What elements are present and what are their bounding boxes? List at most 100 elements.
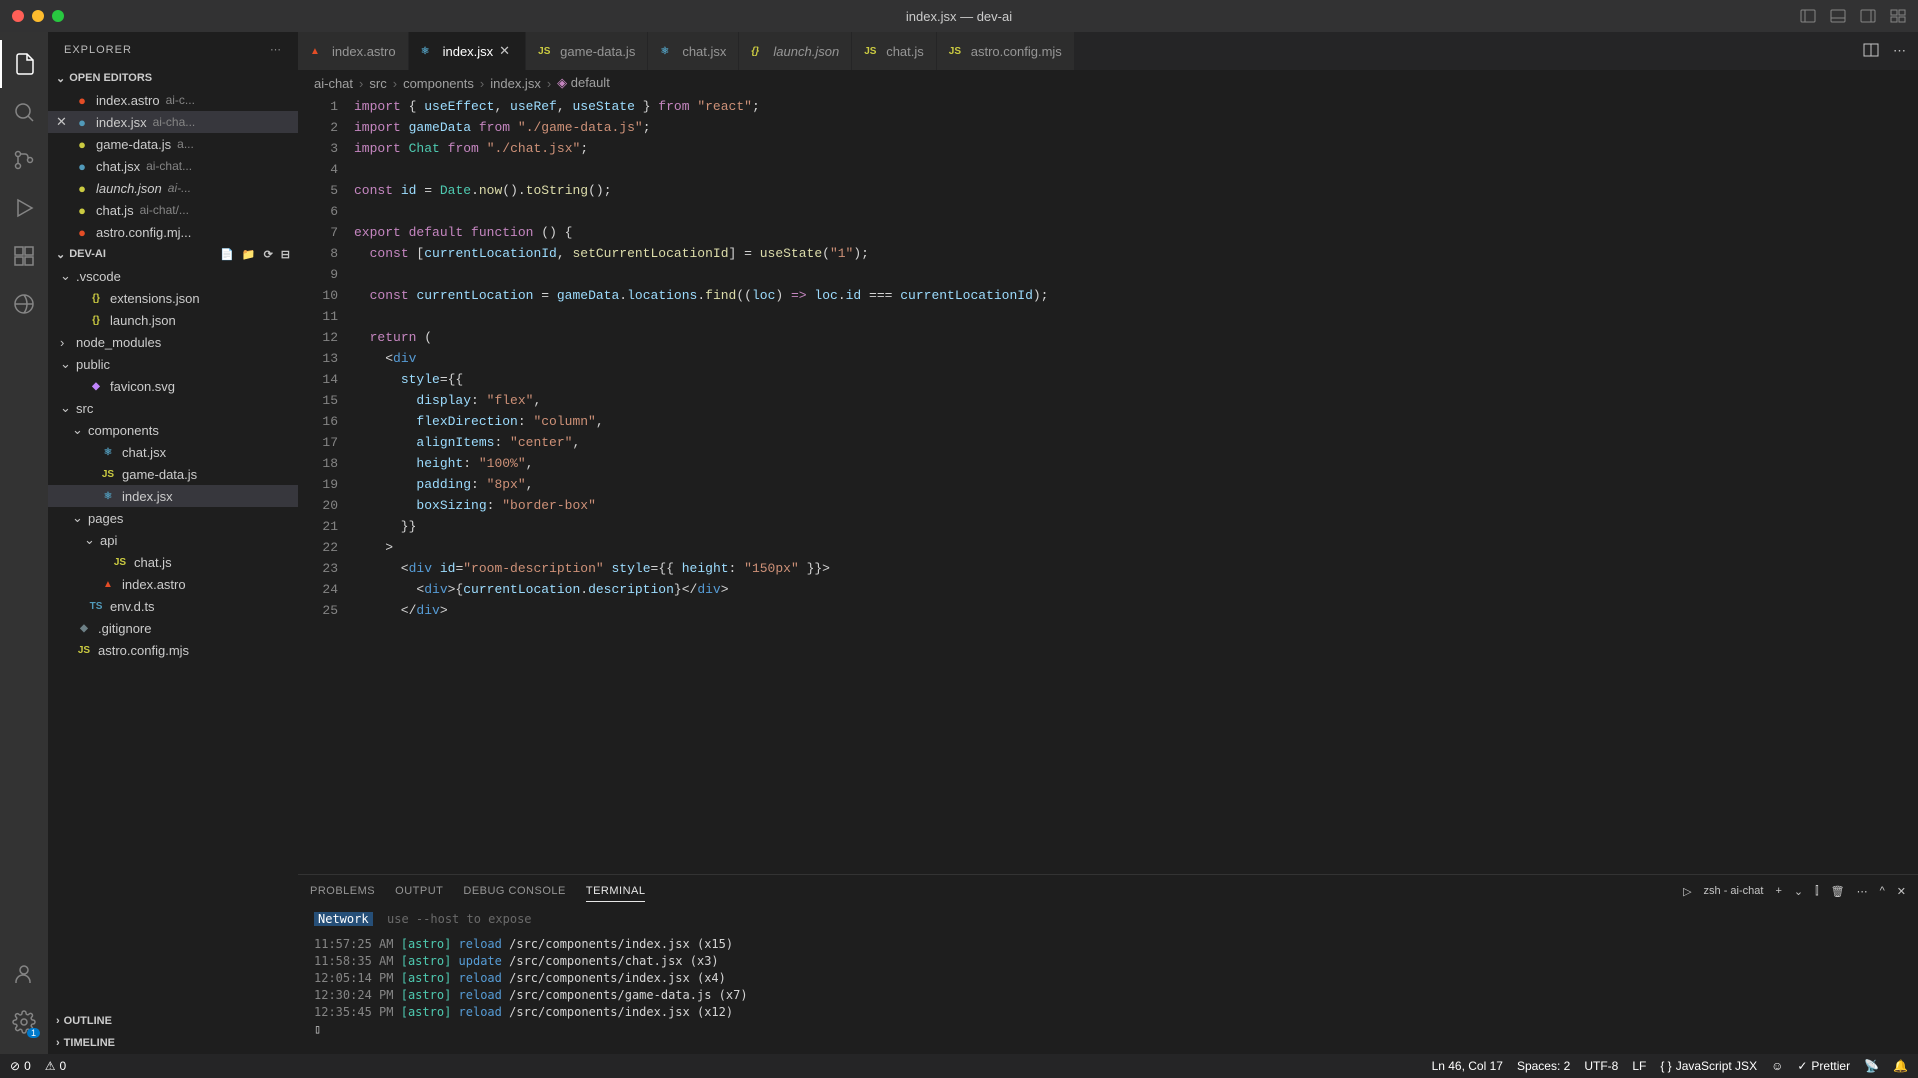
more-actions-icon[interactable]: ⋯ [1893, 43, 1906, 59]
edge-tools-activity[interactable] [0, 280, 48, 328]
file-item[interactable]: {}extensions.json [48, 287, 298, 309]
maximize-panel-icon[interactable]: ^ [1880, 885, 1885, 897]
sidebar-header: EXPLORER ⋯ [48, 32, 298, 67]
file-item[interactable]: JSgame-data.js [48, 463, 298, 485]
toggle-panel-icon[interactable] [1830, 8, 1846, 24]
close-window-button[interactable] [12, 10, 24, 22]
file-item[interactable]: JSastro.config.mjs [48, 639, 298, 661]
timeline-section[interactable]: › TIMELINE [48, 1032, 298, 1054]
minimize-window-button[interactable] [32, 10, 44, 22]
explorer-activity[interactable] [0, 40, 48, 88]
editor-tab[interactable]: JSchat.js [852, 32, 937, 70]
breadcrumb-segment[interactable]: src [369, 76, 386, 91]
split-editor-icon[interactable] [1863, 42, 1879, 61]
folder-item[interactable]: ⌄public [48, 353, 298, 375]
open-editor-item[interactable]: ✕●chat.jsai-chat/... [48, 199, 298, 221]
panel-tab-output[interactable]: OUTPUT [395, 881, 443, 902]
source-control-activity[interactable] [0, 136, 48, 184]
collapse-icon[interactable]: ⊟ [281, 248, 290, 261]
maximize-window-button[interactable] [52, 10, 64, 22]
open-editors-section[interactable]: ⌄ OPEN EDITORS [48, 67, 298, 89]
open-editor-item[interactable]: ✕●launch.jsonai-... [48, 177, 298, 199]
file-item[interactable]: ⚛index.jsx [48, 485, 298, 507]
accounts-activity[interactable] [0, 950, 48, 998]
file-item[interactable]: ▲index.astro [48, 573, 298, 595]
toggle-secondary-sidebar-icon[interactable] [1860, 8, 1876, 24]
chevron-right-icon: › [56, 1037, 60, 1049]
open-editor-item[interactable]: ✕●astro.config.mj... [48, 221, 298, 243]
new-folder-icon[interactable]: 📁 [242, 248, 256, 261]
status-bar: ⊘ 0 ⚠ 0 Ln 46, Col 17 Spaces: 2 UTF-8 LF… [0, 1054, 1918, 1078]
status-lang[interactable]: { } JavaScript JSX [1660, 1059, 1757, 1073]
toggle-primary-sidebar-icon[interactable] [1800, 8, 1816, 24]
code-content[interactable]: import { useEffect, useRef, useState } f… [354, 96, 1918, 874]
breadcrumb-segment[interactable]: index.jsx [490, 76, 541, 91]
status-feedback-icon[interactable]: ☺ [1771, 1059, 1783, 1073]
breadcrumb-segment[interactable]: components [403, 76, 474, 91]
search-activity[interactable] [0, 88, 48, 136]
file-name: launch.json [96, 181, 162, 196]
file-name: index.astro [96, 93, 160, 108]
close-panel-icon[interactable]: ✕ [1897, 885, 1906, 898]
breadcrumb-segment[interactable]: ◈ default [557, 75, 610, 91]
terminal-dropdown-icon[interactable]: ⌄ [1794, 885, 1803, 898]
refresh-icon[interactable]: ⟳ [264, 248, 273, 261]
open-editor-item[interactable]: ✕●index.jsxai-cha... [48, 111, 298, 133]
folder-item[interactable]: ⌄.vscode [48, 265, 298, 287]
close-tab-icon[interactable]: ✕ [499, 43, 513, 59]
editor-tab[interactable]: JSgame-data.js [526, 32, 648, 70]
folder-item[interactable]: ⌄components [48, 419, 298, 441]
file-item[interactable]: ◆.gitignore [48, 617, 298, 639]
close-editor-icon[interactable]: ✕ [56, 114, 72, 130]
status-eol[interactable]: LF [1632, 1059, 1646, 1073]
new-file-icon[interactable]: 📄 [220, 248, 234, 261]
panel-more-icon[interactable]: ⋯ [1857, 885, 1868, 898]
terminal-output[interactable]: Network use --host to expose 11:57:25 AM… [298, 907, 1918, 1054]
status-bell-icon[interactable]: 🔔 [1893, 1059, 1908, 1073]
outline-section[interactable]: › OUTLINE [48, 1010, 298, 1032]
settings-activity[interactable]: 1 [0, 998, 48, 1046]
new-terminal-icon[interactable]: + [1775, 885, 1781, 897]
editor-tab[interactable]: ⚛chat.jsx [648, 32, 739, 70]
editor-tab[interactable]: ▲index.astro [298, 32, 409, 70]
project-section[interactable]: ⌄ DEV-AI 📄 📁 ⟳ ⊟ [48, 243, 298, 265]
breadcrumb[interactable]: ai-chat›src›components›index.jsx›◈ defau… [298, 70, 1918, 96]
kill-terminal-icon[interactable]: 🗑 [1831, 885, 1845, 898]
split-terminal-icon[interactable]: ⫿ [1815, 885, 1819, 898]
terminal-shell-label[interactable]: zsh - ai-chat [1704, 885, 1764, 897]
editor-tab[interactable]: {}launch.json [739, 32, 852, 70]
code-editor[interactable]: 1234567891011121314151617181920212223242… [298, 96, 1918, 874]
file-item[interactable]: ◆favicon.svg [48, 375, 298, 397]
status-errors[interactable]: ⊘ 0 [10, 1059, 31, 1073]
status-prettier[interactable]: ✓ Prettier [1797, 1059, 1850, 1073]
run-debug-activity[interactable] [0, 184, 48, 232]
open-editor-item[interactable]: ✕●index.astroai-c... [48, 89, 298, 111]
status-encoding[interactable]: UTF-8 [1584, 1059, 1618, 1073]
item-name: components [88, 423, 159, 438]
open-editor-item[interactable]: ✕●chat.jsxai-chat... [48, 155, 298, 177]
customize-layout-icon[interactable] [1890, 8, 1906, 24]
panel-tab-terminal[interactable]: TERMINAL [586, 881, 646, 902]
folder-item[interactable]: ⌄pages [48, 507, 298, 529]
panel-tab-debug-console[interactable]: DEBUG CONSOLE [463, 881, 565, 902]
file-item[interactable]: TSenv.d.ts [48, 595, 298, 617]
file-item[interactable]: JSchat.js [48, 551, 298, 573]
status-live-icon[interactable]: 📡 [1864, 1059, 1879, 1073]
sidebar-more-icon[interactable]: ⋯ [270, 43, 282, 56]
status-spaces[interactable]: Spaces: 2 [1517, 1059, 1570, 1073]
status-warnings[interactable]: ⚠ 0 [45, 1059, 66, 1073]
folder-item[interactable]: ›node_modules [48, 331, 298, 353]
status-line-col[interactable]: Ln 46, Col 17 [1432, 1059, 1503, 1073]
open-editor-item[interactable]: ✕●game-data.jsa... [48, 133, 298, 155]
file-item[interactable]: ⚛chat.jsx [48, 441, 298, 463]
editor-tab[interactable]: JSastro.config.mjs [937, 32, 1075, 70]
extensions-activity[interactable] [0, 232, 48, 280]
editor-tab[interactable]: ⚛index.jsx✕ [409, 32, 527, 70]
file-name: chat.js [96, 203, 134, 218]
terminal-profile-icon[interactable]: ▷ [1683, 885, 1691, 898]
folder-item[interactable]: ⌄src [48, 397, 298, 419]
panel-tab-problems[interactable]: PROBLEMS [310, 881, 375, 902]
breadcrumb-segment[interactable]: ai-chat [314, 76, 353, 91]
folder-item[interactable]: ⌄api [48, 529, 298, 551]
file-item[interactable]: {}launch.json [48, 309, 298, 331]
